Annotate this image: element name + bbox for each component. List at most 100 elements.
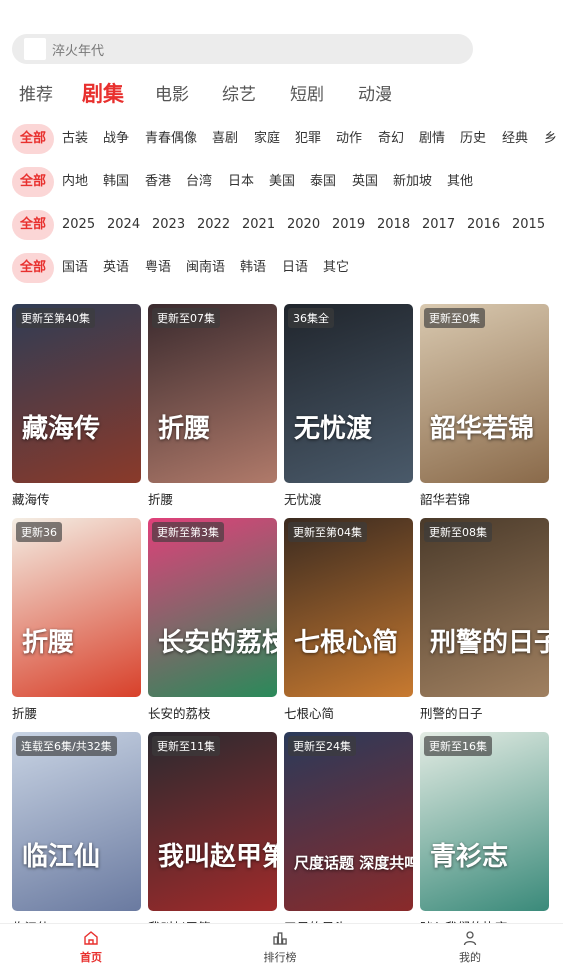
tab-short-drama[interactable]: 短剧 [290,80,324,110]
year-filter-0[interactable]: 全部 [12,210,55,240]
show-card[interactable]: 更新至08集 刑警的日子刑警的日子 [420,518,549,722]
language-filter-7[interactable]: 其它 [323,253,349,283]
tab-series[interactable]: 剧集 [82,79,124,109]
year-filter-9[interactable]: 2017 [422,210,455,240]
language-filter-0[interactable]: 全部 [12,253,55,283]
home-icon [84,931,98,945]
show-title[interactable]: 折腰 [148,489,277,508]
language-filter-6[interactable]: 日语 [282,253,308,283]
language-filter-3[interactable]: 粤语 [145,253,171,283]
year-filter-6[interactable]: 2020 [287,210,320,240]
poster-title-art: 我叫赵甲第 [158,842,277,872]
show-poster[interactable]: 更新至08集 刑警的日子 [420,518,549,697]
show-card[interactable]: 更新至24集尺度话题 深度共鸣天尽的尽头 [284,732,413,936]
show-card[interactable]: 更新至第3集 长安的荔枝 长安的荔枝 [148,518,277,722]
genre-filter-0[interactable]: 全部 [12,124,55,154]
nav-home[interactable]: 首页 [51,930,131,965]
app-page: 淬火年代 推荐 剧集 电影 综艺 短剧 动漫 全部 古装 战争 青春偶像 喜剧 家庭 犯罪动… [0,0,563,975]
tab-movie[interactable]: 电影 [155,80,189,110]
show-title[interactable]: 刑警的日子 [420,703,549,722]
show-title[interactable]: 无忧渡 [284,489,413,508]
genre-filter-3[interactable]: 青春偶像 [145,124,197,154]
genre-filter-12[interactable]: 乡 [544,124,557,154]
region-filter-4[interactable]: 台湾 [186,167,212,197]
year-filter-5[interactable]: 2021 [242,210,275,240]
show-poster[interactable]: 连载至6集/共32集 临江仙 [12,732,141,911]
region-filter-10[interactable]: 其他 [447,167,473,197]
ranking-icon [273,932,287,945]
show-poster[interactable]: 更新至第3集 长安的荔枝 [148,518,277,697]
show-card[interactable]: 更新至16集青衫志踏入我们的执恋 [420,732,549,936]
genre-filter-7[interactable]: 动作 [336,124,362,154]
year-filter-11[interactable]: 2015 [512,210,545,240]
region-filter-9[interactable]: 新加坡 [393,167,432,197]
genre-filter-1[interactable]: 古装 [62,124,88,154]
show-card[interactable]: 更新至0集 韶华若锦韶华若锦 [420,304,549,508]
genre-filter-6[interactable]: 犯罪 [295,124,321,154]
nav-profile[interactable]: 我的 [430,930,510,965]
year-filter-1[interactable]: 2025 [62,210,95,240]
show-poster[interactable]: 更新至07集 折腰 [148,304,277,483]
genre-filter-row: 全部 古装 战争 青春偶像 喜剧 家庭 犯罪 动作 奇幻 剧情 历史 经典乡 [0,124,563,154]
genre-filter-5[interactable]: 家庭 [254,124,280,154]
genre-filter-8[interactable]: 奇幻 [378,124,404,154]
language-filter-5[interactable]: 韩语 [240,253,266,283]
genre-filter-9[interactable]: 剧情 [419,124,445,154]
region-filter-7[interactable]: 泰国 [310,167,336,197]
poster-title-art: 长安的荔枝 [158,628,277,658]
year-filter-2[interactable]: 2024 [107,210,140,240]
show-title[interactable]: 长安的荔枝 [148,703,277,722]
episode-badge: 连载至6集/共32集 [16,736,117,756]
language-filter-2[interactable]: 英语 [103,253,129,283]
show-card[interactable]: 更新至07集 折腰折腰 [148,304,277,508]
episode-badge: 更新至16集 [424,736,492,756]
nav-ranking[interactable]: 排行榜 [240,930,320,965]
language-filter-1[interactable]: 国语 [62,253,88,283]
show-poster[interactable]: 更新至11集 我叫赵甲第 [148,732,277,911]
show-title[interactable]: 韶华若锦 [420,489,549,508]
genre-filter-4[interactable]: 喜剧 [212,124,238,154]
region-filter-5[interactable]: 日本 [228,167,254,197]
show-poster[interactable]: 更新至第40集 藏海传 [12,304,141,483]
show-card[interactable]: 更新36 折腰 折腰 [12,518,141,722]
tab-anime[interactable]: 动漫 [358,80,392,110]
show-card[interactable]: 36集全 无忧渡 无忧渡 [284,304,413,508]
show-card[interactable]: 连载至6集/共32集临江仙临江仙 [12,732,141,936]
year-filter-4[interactable]: 2022 [197,210,230,240]
region-filter-0[interactable]: 全部 [12,167,55,197]
show-poster[interactable]: 更新36 折腰 [12,518,141,697]
year-filter-10[interactable]: 2016 [467,210,500,240]
region-filter-1[interactable]: 内地 [62,167,88,197]
show-title[interactable]: 七根心简 [284,703,413,722]
show-poster[interactable]: 更新至16集 青衫志 [420,732,549,911]
region-filter-8[interactable]: 英国 [352,167,378,197]
language-filter-row: 全部 国语 英语 粤语 闽南语 韩语 日语 其它 [0,253,563,283]
nav-home-label: 首页 [80,951,102,964]
episode-badge: 更新至0集 [424,308,485,328]
show-title[interactable]: 折腰 [12,703,141,722]
region-filter-6[interactable]: 美国 [269,167,295,197]
genre-filter-11[interactable]: 经典 [502,124,528,154]
genre-filter-10[interactable]: 历史 [460,124,486,154]
show-title[interactable]: 藏海传 [12,489,141,508]
poster-title-art: 折腰 [22,628,75,658]
region-filter-3[interactable]: 香港 [145,167,171,197]
show-card[interactable]: 更新至11集我叫赵甲第我叫赵甲第2 [148,732,277,936]
tab-recommend[interactable]: 推荐 [19,80,53,110]
search-thumbnail [24,38,46,60]
show-poster[interactable]: 更新至24集 尺度话题 深度共鸣 [284,732,413,911]
show-poster[interactable]: 更新至第04集 七根心简 [284,518,413,697]
show-poster[interactable]: 36集全 无忧渡 [284,304,413,483]
region-filter-2[interactable]: 韩国 [103,167,129,197]
search-bar[interactable]: 淬火年代 [12,34,473,64]
tab-variety[interactable]: 综艺 [222,80,256,110]
show-card[interactable]: 更新至第40集 藏海传藏海传 [12,304,141,508]
show-card[interactable]: 更新至第04集 七根心简七根心简 [284,518,413,722]
year-filter-7[interactable]: 2019 [332,210,365,240]
language-filter-4[interactable]: 闽南语 [186,253,225,283]
year-filter-3[interactable]: 2023 [152,210,185,240]
poster-title-art: 无忧渡 [294,414,373,444]
show-poster[interactable]: 更新至0集 韶华若锦 [420,304,549,483]
year-filter-8[interactable]: 2018 [377,210,410,240]
genre-filter-2[interactable]: 战争 [103,124,129,154]
